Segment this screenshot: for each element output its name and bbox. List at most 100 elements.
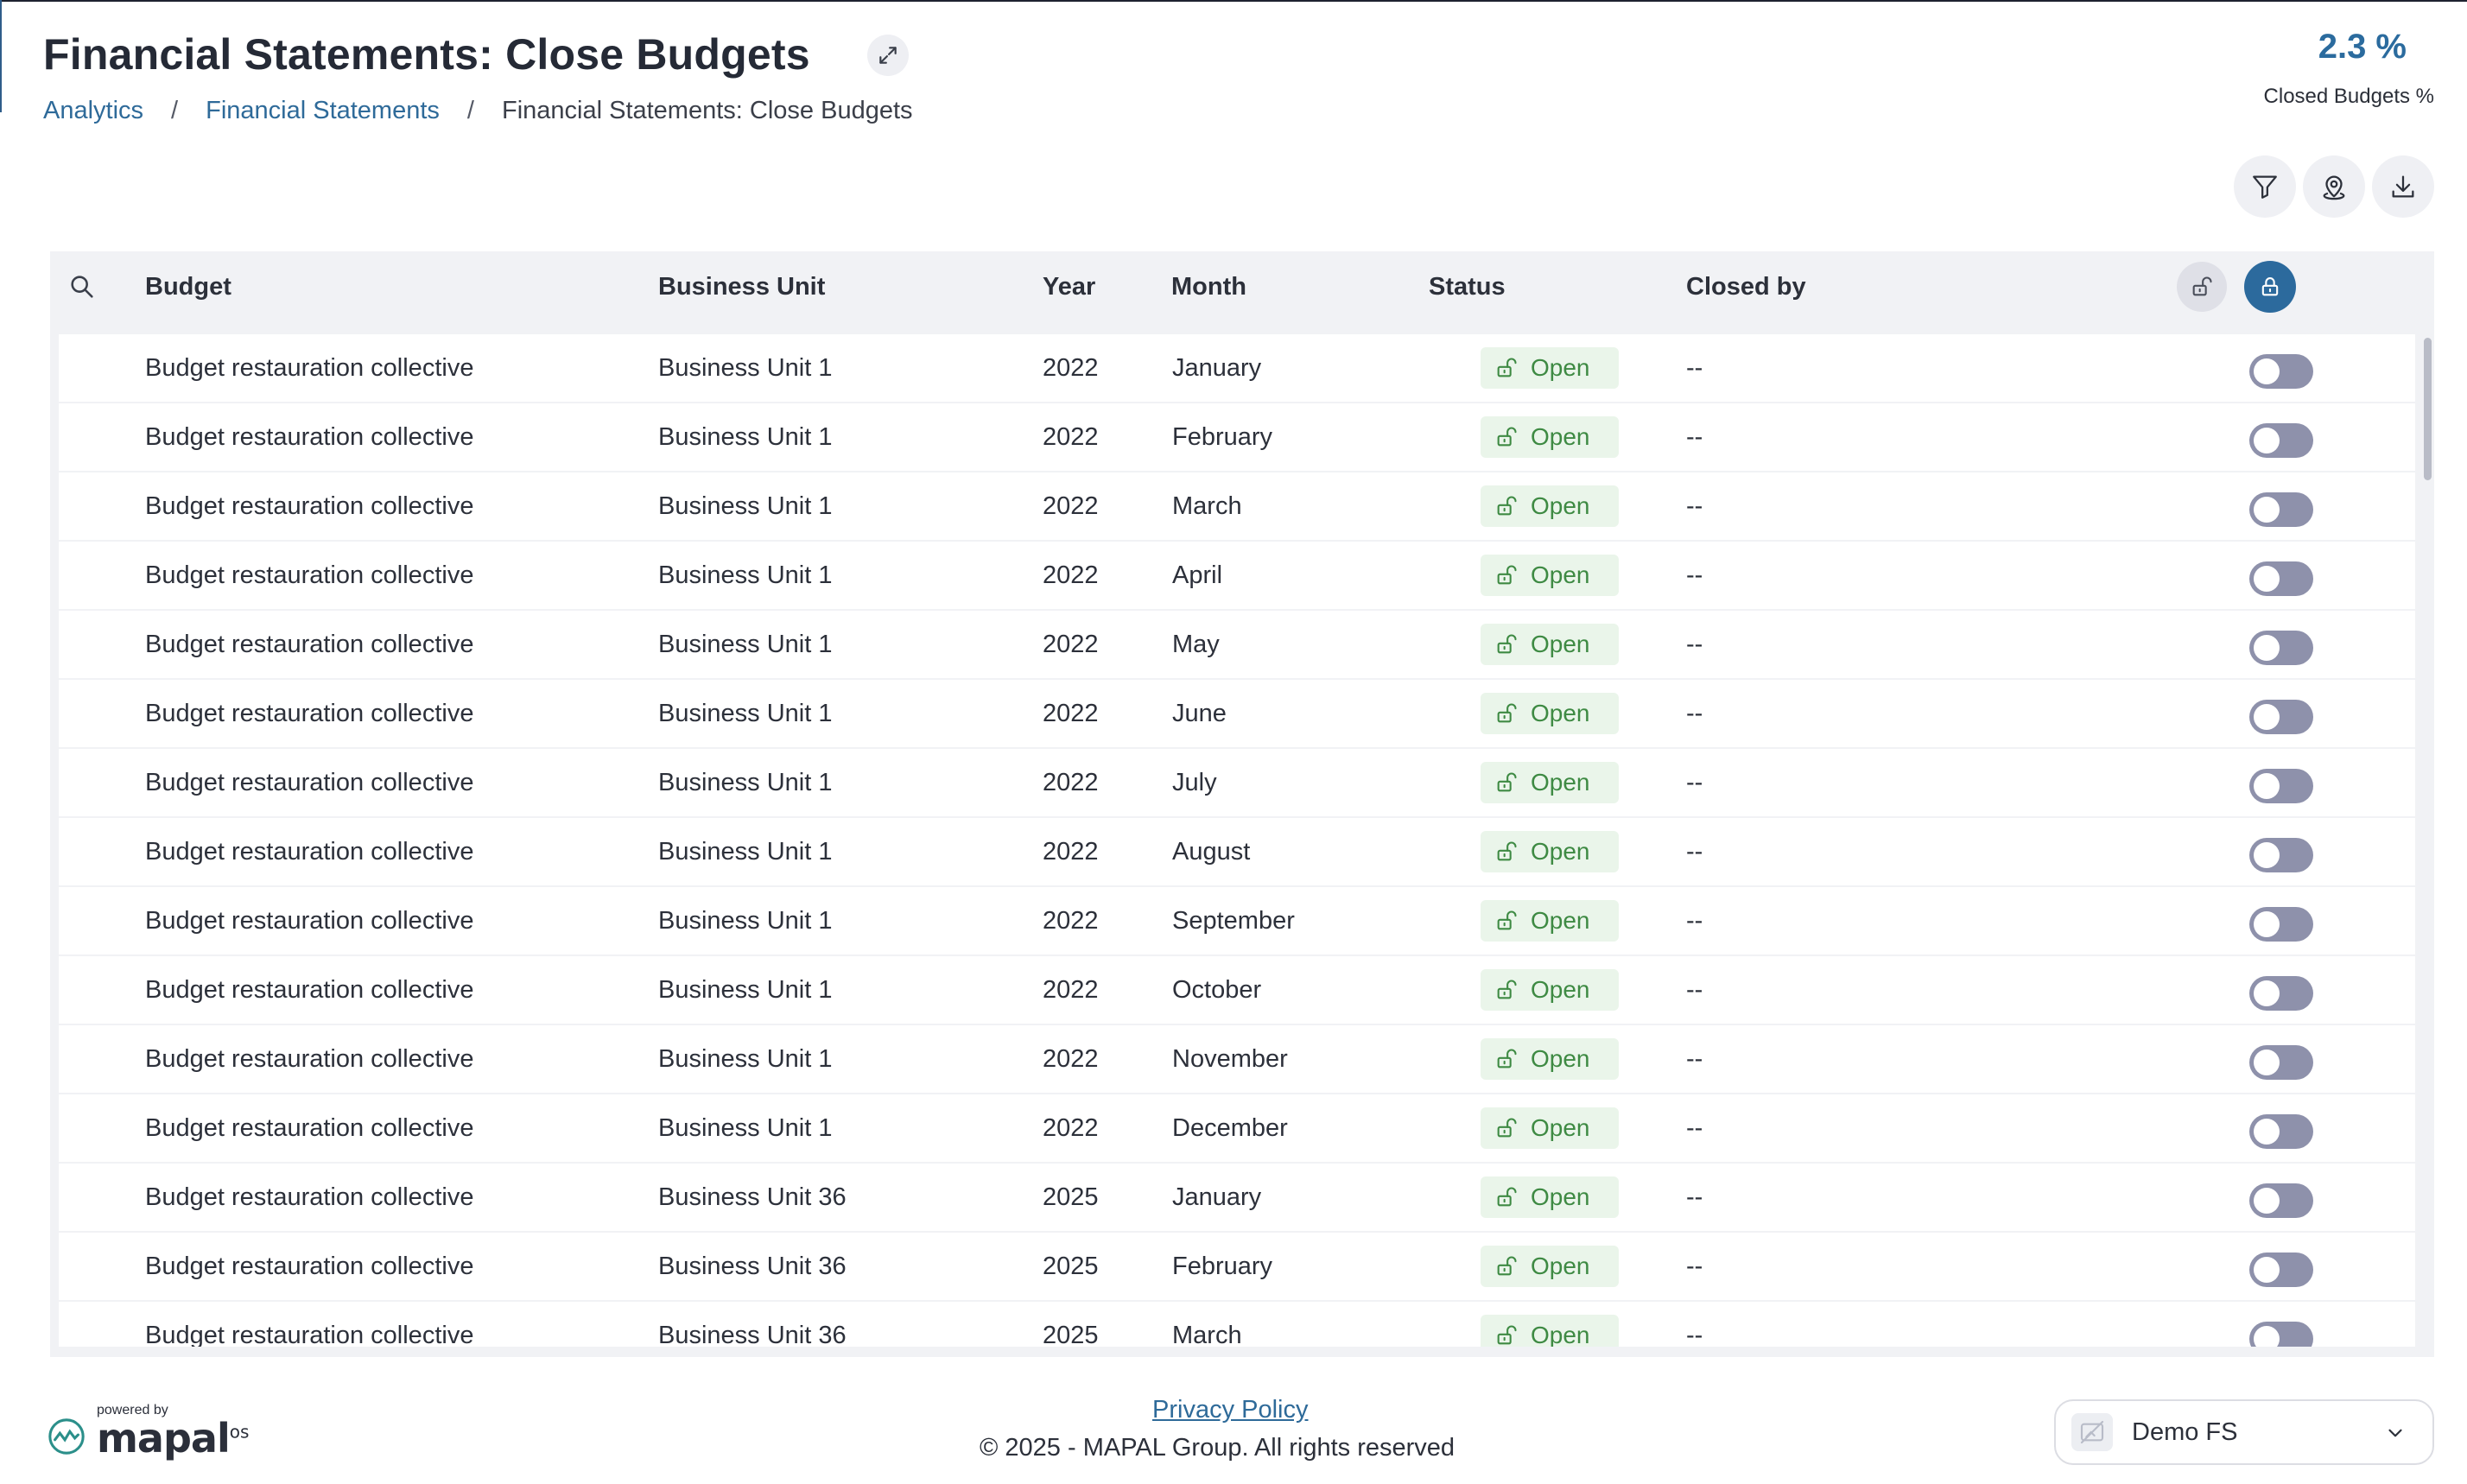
close-budget-toggle[interactable] [2249,1045,2313,1080]
close-budget-toggle[interactable] [2249,354,2313,389]
close-budget-toggle[interactable] [2249,976,2313,1011]
unlock-icon [1497,1049,1517,1069]
location-button[interactable] [2303,155,2365,218]
breadcrumb: Analytics / Financial Statements / Finan… [43,97,913,125]
close-budget-toggle[interactable] [2249,1183,2313,1218]
cell-month: November [1172,1045,1288,1073]
copyright-text: © 2025 - MAPAL Group. All rights reserve… [980,1434,1455,1462]
unlock-icon [1497,1256,1517,1276]
column-header-year[interactable]: Year [1043,251,1095,322]
toggle-knob [2254,358,2280,384]
toggle-knob [2254,566,2280,592]
close-budget-toggle[interactable] [2249,1253,2313,1287]
cell-closed-by: -- [1686,1322,1703,1347]
cell-budget: Budget restauration collective [145,976,474,1004]
breadcrumb-separator: / [466,97,474,124]
expand-button[interactable] [867,35,909,76]
cell-year: 2022 [1043,354,1099,382]
close-all-button[interactable] [2244,261,2296,313]
cell-budget: Budget restauration collective [145,1183,474,1211]
kpi-label: Closed Budgets % [2263,85,2434,108]
cell-month: July [1172,769,1217,796]
cell-year: 2022 [1043,631,1099,658]
status-badge: Open [1481,1107,1619,1149]
table-row[interactable]: Budget restauration collective Business … [59,887,2415,954]
table-row[interactable]: Budget restauration collective Business … [59,1094,2415,1162]
unlock-icon [1497,427,1517,447]
close-budget-toggle[interactable] [2249,907,2313,942]
close-budget-toggle[interactable] [2249,838,2313,872]
cell-budget: Budget restauration collective [145,561,474,589]
cell-business-unit: Business Unit 1 [658,907,833,935]
table-row[interactable]: Budget restauration collective Business … [59,611,2415,678]
cell-year: 2025 [1043,1253,1099,1280]
filter-icon [2253,175,2277,199]
column-header-business-unit[interactable]: Business Unit [658,251,825,322]
unlock-icon [1497,496,1517,516]
cell-year: 2022 [1043,1045,1099,1073]
close-budget-toggle[interactable] [2249,769,2313,803]
table-row[interactable]: Budget restauration collective Business … [59,1233,2415,1300]
status-text: Open [1531,769,1590,796]
filter-button[interactable] [2234,155,2296,218]
mapal-logo-icon [48,1418,85,1455]
column-header-status[interactable]: Status [1429,251,1506,322]
scrollbar-thumb[interactable] [2424,338,2432,480]
table-row[interactable]: Budget restauration collective Business … [59,542,2415,609]
company-image-icon [2071,1413,2113,1451]
privacy-policy-link[interactable]: Privacy Policy [1152,1396,1309,1424]
cell-month: April [1172,561,1223,589]
table-row[interactable]: Budget restauration collective Business … [59,1025,2415,1093]
table-row[interactable]: Budget restauration collective Business … [59,956,2415,1024]
status-text: Open [1531,700,1590,726]
close-budget-toggle[interactable] [2249,561,2313,596]
cell-closed-by: -- [1686,976,1703,1004]
table-row[interactable]: Budget restauration collective Business … [59,403,2415,471]
download-button[interactable] [2372,155,2434,218]
column-header-closed-by[interactable]: Closed by [1686,251,1806,322]
toggle-knob [2254,911,2280,937]
table-row[interactable]: Budget restauration collective Business … [59,1302,2415,1347]
column-header-budget[interactable]: Budget [145,251,231,322]
cell-year: 2022 [1043,769,1099,796]
cell-closed-by: -- [1686,769,1703,796]
table-body[interactable]: Budget restauration collective Business … [59,334,2415,1347]
table-row[interactable]: Budget restauration collective Business … [59,334,2415,402]
breadcrumb-financial-statements[interactable]: Financial Statements [206,97,440,125]
table-row[interactable]: Budget restauration collective Business … [59,818,2415,885]
cell-business-unit: Business Unit 1 [658,838,833,866]
breadcrumb-separator: / [171,97,179,124]
close-budget-toggle[interactable] [2249,700,2313,734]
unlock-icon [1497,910,1517,930]
close-budget-toggle[interactable] [2249,631,2313,665]
search-icon[interactable] [67,272,97,301]
close-budget-toggle[interactable] [2249,492,2313,527]
unlock-icon [1497,634,1517,654]
status-badge: Open [1481,969,1619,1011]
table-row[interactable]: Budget restauration collective Business … [59,680,2415,747]
status-text: Open [1531,354,1590,381]
toggle-knob [2254,497,2280,523]
cell-month: May [1172,631,1220,658]
close-budget-toggle[interactable] [2249,1114,2313,1149]
column-header-month[interactable]: Month [1171,251,1246,322]
cell-budget: Budget restauration collective [145,1114,474,1142]
cell-year: 2025 [1043,1322,1099,1347]
close-budget-toggle[interactable] [2249,423,2313,458]
toggle-knob [2254,980,2280,1006]
breadcrumb-analytics[interactable]: Analytics [43,97,143,125]
status-badge: Open [1481,416,1619,458]
close-budget-toggle[interactable] [2249,1322,2313,1347]
unlock-icon [2192,276,2212,296]
scrollbar-track[interactable] [2420,334,2432,1347]
open-all-button[interactable] [2177,262,2227,312]
unlock-icon [1497,980,1517,999]
cell-budget: Budget restauration collective [145,838,474,866]
cell-year: 2025 [1043,1183,1099,1211]
company-selector[interactable]: Demo FS [2054,1399,2434,1465]
table-row[interactable]: Budget restauration collective Business … [59,472,2415,540]
table-row[interactable]: Budget restauration collective Business … [59,1164,2415,1231]
cell-month: February [1172,1253,1273,1280]
table-row[interactable]: Budget restauration collective Business … [59,749,2415,816]
cell-year: 2022 [1043,700,1099,727]
